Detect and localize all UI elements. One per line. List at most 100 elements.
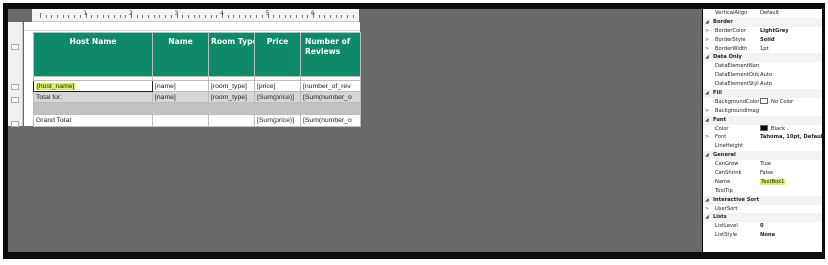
collapse-icon[interactable]: ◢ bbox=[705, 213, 713, 222]
tablix[interactable]: Host Name Name Room Type Price Number of… bbox=[33, 32, 361, 127]
property-row[interactable]: Color Black bbox=[703, 125, 822, 134]
collapse-icon[interactable]: ◢ bbox=[705, 53, 713, 62]
cell-empty[interactable] bbox=[300, 102, 361, 115]
property-category[interactable]: ◢ Fill bbox=[703, 89, 822, 98]
expand-icon[interactable]: > bbox=[705, 45, 713, 54]
collapse-icon[interactable]: ◢ bbox=[705, 196, 713, 205]
cell-total-price[interactable]: [Sum(price)] bbox=[254, 91, 301, 103]
property-row[interactable]: > BorderWidth 1pt bbox=[703, 45, 822, 54]
property-row[interactable]: > BackgroundImag bbox=[703, 107, 822, 116]
property-value[interactable]: LightGrey bbox=[760, 27, 822, 36]
collapse-icon[interactable]: ◢ bbox=[705, 151, 713, 160]
property-value[interactable]: No Color bbox=[760, 98, 822, 107]
property-row[interactable]: ListStyle None bbox=[703, 231, 822, 240]
cell-grand-empty[interactable] bbox=[208, 114, 255, 127]
collapse-icon[interactable]: ◢ bbox=[705, 116, 713, 125]
property-row[interactable]: ListLevel 0 bbox=[703, 222, 822, 231]
ruler-tick bbox=[119, 15, 121, 18]
property-value[interactable]: 0 bbox=[760, 222, 822, 231]
ruler-tick bbox=[159, 15, 161, 18]
report-body[interactable]: Host Name Name Room Type Price Number of… bbox=[24, 22, 361, 127]
property-value[interactable]: Solid bbox=[760, 36, 822, 45]
property-row[interactable]: BackgroundColor No Color bbox=[703, 98, 822, 107]
property-row[interactable]: VerticalAlign Default bbox=[703, 9, 822, 18]
total-row-handle[interactable] bbox=[11, 97, 19, 103]
cell-grand-reviews[interactable]: [Sum(number_o bbox=[300, 114, 361, 127]
vertical-ruler bbox=[8, 22, 23, 127]
property-value[interactable]: None bbox=[760, 231, 822, 240]
property-row[interactable]: > Font Tahoma, 10pt, Default bbox=[703, 133, 822, 142]
property-row[interactable]: ToolTip bbox=[703, 187, 822, 196]
cell-empty[interactable] bbox=[208, 102, 255, 115]
property-value[interactable]: TextBox1 bbox=[760, 178, 822, 187]
cell-total-name[interactable]: [name] bbox=[152, 91, 209, 103]
cell-name[interactable]: [name] bbox=[152, 80, 209, 92]
property-row[interactable]: DataElementNam bbox=[703, 62, 822, 71]
ruler-tick bbox=[284, 15, 286, 18]
cell-grand-empty[interactable] bbox=[152, 114, 209, 127]
expand-icon[interactable]: > bbox=[705, 36, 713, 45]
property-category[interactable]: ◢ General bbox=[703, 151, 822, 161]
expand-icon[interactable]: > bbox=[705, 205, 713, 214]
grand-total-row-handle[interactable] bbox=[11, 121, 19, 127]
property-row[interactable]: > UserSort bbox=[703, 205, 822, 214]
properties-panel[interactable]: VerticalAlign Default ◢ Border > BorderColor L… bbox=[703, 9, 822, 252]
property-row[interactable]: DataElementOutp Auto bbox=[703, 71, 822, 80]
property-row[interactable]: CanShrink False bbox=[703, 169, 822, 178]
cell-empty[interactable] bbox=[33, 102, 153, 115]
cell-price[interactable]: [price] bbox=[254, 80, 301, 92]
cell-grand-total-label[interactable]: Grand Total: bbox=[33, 114, 153, 127]
header-room-type[interactable]: Room Type bbox=[208, 32, 255, 77]
detail-row-handle[interactable] bbox=[11, 84, 19, 90]
collapse-icon[interactable]: ◢ bbox=[705, 18, 713, 27]
property-value[interactable]: Black bbox=[760, 125, 822, 134]
property-value[interactable]: Auto bbox=[760, 71, 822, 80]
cell-total-room-type[interactable]: [room_type] bbox=[208, 91, 255, 103]
property-value[interactable]: True bbox=[760, 160, 822, 169]
cell-total-label[interactable]: Total for: bbox=[33, 91, 153, 103]
cell-grand-price[interactable]: [Sum(price)] bbox=[254, 114, 301, 127]
cell-room-type[interactable]: [room_type] bbox=[208, 80, 255, 92]
ruler-tick bbox=[295, 15, 297, 18]
property-row[interactable]: CanGrow True bbox=[703, 160, 822, 169]
property-value[interactable]: 1pt bbox=[760, 45, 822, 54]
header-row-handle[interactable] bbox=[11, 44, 19, 50]
property-row[interactable]: > BorderColor LightGrey bbox=[703, 27, 822, 36]
property-category[interactable]: ◢ Border bbox=[703, 17, 822, 27]
property-row[interactable]: LineHeight bbox=[703, 142, 822, 151]
column-handles[interactable] bbox=[24, 22, 360, 31]
property-value[interactable]: Auto bbox=[760, 80, 822, 89]
property-value[interactable]: Default bbox=[760, 9, 822, 18]
cell-total-reviews[interactable]: [Sum(number_o bbox=[300, 91, 361, 103]
cell-host-name-selected[interactable]: [host_name] bbox=[33, 80, 153, 92]
property-category[interactable]: ◢ Lists bbox=[703, 213, 822, 223]
empty-gray-row bbox=[33, 102, 361, 115]
ruler-tick bbox=[341, 15, 343, 18]
property-row[interactable]: > BorderStyle Solid bbox=[703, 36, 822, 45]
ruler-tick bbox=[199, 15, 201, 18]
property-value[interactable]: Tahoma, 10pt, Default bbox=[760, 133, 822, 142]
expand-icon[interactable]: > bbox=[705, 107, 713, 116]
header-number-of-reviews[interactable]: Number of Reviews bbox=[300, 32, 361, 77]
report-design-canvas[interactable]: 1 2 3 4 5 6 Host Name Name Room Type Price Nu… bbox=[8, 9, 702, 252]
property-name: ListStyle bbox=[715, 232, 738, 239]
expand-icon[interactable]: > bbox=[705, 27, 713, 36]
expand-icon[interactable]: > bbox=[705, 133, 713, 142]
collapse-icon[interactable]: ◢ bbox=[705, 89, 713, 98]
cell-empty[interactable] bbox=[152, 102, 209, 115]
header-name[interactable]: Name bbox=[152, 32, 209, 77]
ruler-tick bbox=[261, 15, 263, 18]
property-value-text: Auto bbox=[760, 72, 773, 79]
cell-empty[interactable] bbox=[254, 102, 301, 115]
cell-number-of-reviews[interactable]: [number_of_rev bbox=[300, 80, 361, 92]
header-host-name[interactable]: Host Name bbox=[33, 32, 153, 77]
property-value-text: False bbox=[760, 170, 774, 177]
property-category[interactable]: ◢ Font bbox=[703, 115, 822, 125]
property-category[interactable]: ◢ Data Only bbox=[703, 53, 822, 63]
category-label: Fill bbox=[713, 90, 722, 97]
header-price[interactable]: Price bbox=[254, 32, 301, 77]
property-row[interactable]: DataElementStyle Auto bbox=[703, 80, 822, 89]
property-category[interactable]: ◢ Interactive Sort bbox=[703, 195, 822, 205]
property-row[interactable]: Name TextBox1 bbox=[703, 178, 822, 187]
property-value[interactable]: False bbox=[760, 169, 822, 178]
